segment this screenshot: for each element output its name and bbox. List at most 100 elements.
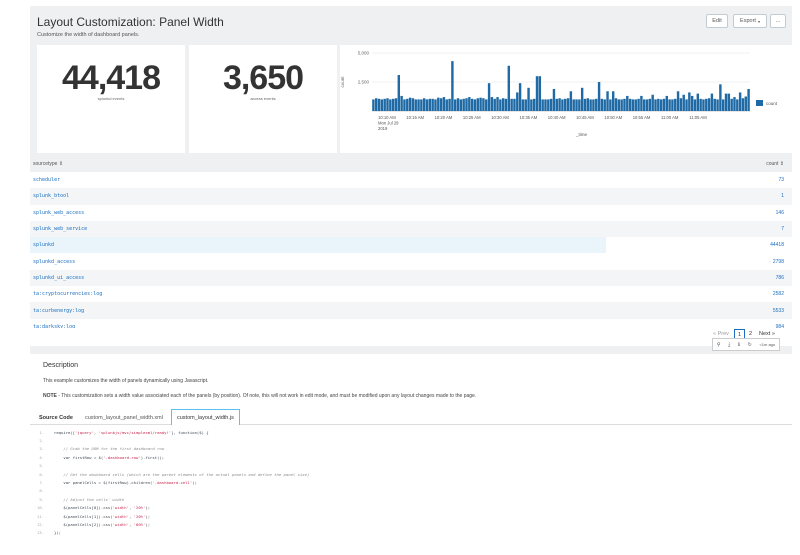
bar xyxy=(665,95,668,111)
y-axis-label: count xyxy=(340,76,345,88)
sourcetype-cell[interactable]: splunk_web_access xyxy=(33,210,84,216)
table-row[interactable]: splunkd_ui_access 786 xyxy=(30,269,792,287)
code-text: // Adjust the cells' width xyxy=(54,496,125,502)
table-row[interactable]: ta:cryptocurrencies:log 2582 xyxy=(30,286,792,302)
description-text: This example customizes the width of pan… xyxy=(43,378,209,384)
export-icon[interactable]: ⤓ xyxy=(728,342,730,348)
bar xyxy=(501,98,505,111)
sourcetype-cell[interactable]: splunkd xyxy=(33,242,54,248)
bar xyxy=(428,98,432,111)
table-row[interactable]: ta:curbenergy:log 5533 xyxy=(30,302,792,319)
bar xyxy=(552,88,556,111)
count-cell[interactable]: 146 xyxy=(776,210,784,216)
bar xyxy=(744,96,747,111)
page-title: Layout Customization: Panel Width xyxy=(37,15,224,29)
bar xyxy=(575,99,578,111)
bar xyxy=(674,98,677,111)
line-number: 2. xyxy=(39,438,44,444)
bar xyxy=(648,98,652,111)
sourcetype-cell[interactable]: splunk_btool xyxy=(33,193,69,199)
bar xyxy=(479,97,482,111)
table-row[interactable]: splunkd_access 2798 xyxy=(30,253,792,269)
column-header-count[interactable]: count ⇕ xyxy=(766,161,784,167)
next-page-link[interactable]: Next » xyxy=(759,331,775,337)
bar xyxy=(403,99,406,111)
bar xyxy=(549,98,553,111)
info-icon[interactable]: ℹ xyxy=(738,342,740,348)
more-button[interactable]: ... xyxy=(770,14,786,28)
bar xyxy=(406,98,409,111)
page-2-button[interactable]: 2 xyxy=(749,331,752,337)
code-line: 5. xyxy=(30,462,792,470)
timechart[interactable]: 5,000 2,500 count 10:10 AMMon Jul 292019 10:… xyxy=(340,45,792,153)
line-number: 5. xyxy=(39,463,44,469)
count-cell[interactable]: 786 xyxy=(776,275,784,281)
single-value-number: 44,418 xyxy=(62,59,161,97)
bar xyxy=(662,98,666,111)
bar xyxy=(623,98,626,111)
column-header-sourcetype[interactable]: sourcetype ⇕ xyxy=(33,161,63,167)
bar xyxy=(485,99,488,111)
y-tick-label: 5,000 xyxy=(358,51,370,56)
bar xyxy=(499,99,502,111)
table-row[interactable]: splunk_web_service 7 xyxy=(30,220,792,238)
prev-page-link[interactable]: « Prev xyxy=(713,331,729,337)
count-cell[interactable]: 1 xyxy=(781,193,784,199)
sourcetype-cell[interactable]: splunk_web_service xyxy=(33,226,87,232)
refresh-icon[interactable]: ↻ xyxy=(748,342,752,348)
search-icon[interactable]: ⚲ xyxy=(717,342,721,348)
x-tick-label: 11:00 AM xyxy=(661,115,679,120)
bar xyxy=(414,99,417,111)
code-line: 2. xyxy=(30,436,792,444)
bar xyxy=(713,98,716,111)
bar xyxy=(738,92,742,111)
sourcetype-cell[interactable]: splunkd_ui_access xyxy=(33,275,84,281)
count-cell[interactable]: 2582 xyxy=(773,291,784,297)
bar xyxy=(411,98,415,111)
bar xyxy=(516,92,519,111)
bar xyxy=(654,99,657,111)
line-number: 7. xyxy=(39,480,44,486)
bar xyxy=(451,61,454,111)
table-row[interactable]: scheduler 73 xyxy=(30,172,792,188)
note-text: - This customization sets a width value … xyxy=(56,393,477,399)
count-cell[interactable]: 73 xyxy=(778,177,784,183)
bar xyxy=(685,99,688,111)
sourcetype-cell[interactable]: ta:curbenergy:log xyxy=(33,308,84,314)
bar xyxy=(611,91,615,111)
count-cell[interactable]: 5533 xyxy=(773,308,784,314)
tab-js[interactable]: custom_layout_width.js xyxy=(171,409,240,425)
bar xyxy=(659,99,663,111)
code-text: }); xyxy=(54,530,62,536)
sourcetype-cell[interactable]: splunkd_access xyxy=(33,259,75,265)
description-heading: Description xyxy=(43,362,79,369)
bar xyxy=(688,92,691,111)
tab-source-code[interactable]: Source Code xyxy=(34,411,78,425)
bar xyxy=(425,99,429,111)
timechart-panel: 5,000 2,500 count 10:10 AM Mon Jul 29 2019 10:… xyxy=(340,45,792,153)
count-cell[interactable]: 2798 xyxy=(773,259,784,265)
table-row[interactable]: splunk_web_access 146 xyxy=(30,205,792,221)
code-text: // Grab the DOM for the first dashboard … xyxy=(54,446,165,452)
count-cell[interactable]: 7 xyxy=(781,226,784,232)
tab-xml[interactable]: custom_layout_panel_width.xml xyxy=(80,411,168,425)
single-value-number: 3,650 xyxy=(222,59,304,97)
bar xyxy=(434,99,437,111)
bar xyxy=(504,98,508,111)
table-row[interactable]: splunkd 44418 xyxy=(30,237,792,254)
bar xyxy=(530,99,533,111)
sourcetype-cell[interactable]: ta:cryptocurrencies:log xyxy=(33,291,102,297)
count-cell[interactable]: 44418 xyxy=(770,242,784,248)
bar xyxy=(592,99,595,111)
bar xyxy=(634,99,637,111)
sourcetype-cell[interactable]: scheduler xyxy=(33,177,60,183)
code-line: 4. var firstRow = $('.dashboard-row').fi… xyxy=(30,453,792,461)
table-header: sourcetype ⇕ count ⇕ xyxy=(30,156,792,172)
edit-button[interactable]: Edit xyxy=(706,14,728,28)
bar xyxy=(391,98,395,111)
table-row[interactable]: splunk_btool 1 xyxy=(30,188,792,205)
bar xyxy=(527,87,530,111)
bar xyxy=(671,99,674,111)
export-button[interactable]: Export ▾ xyxy=(733,14,767,28)
x-tick-label: 11:05 AM xyxy=(689,115,707,120)
